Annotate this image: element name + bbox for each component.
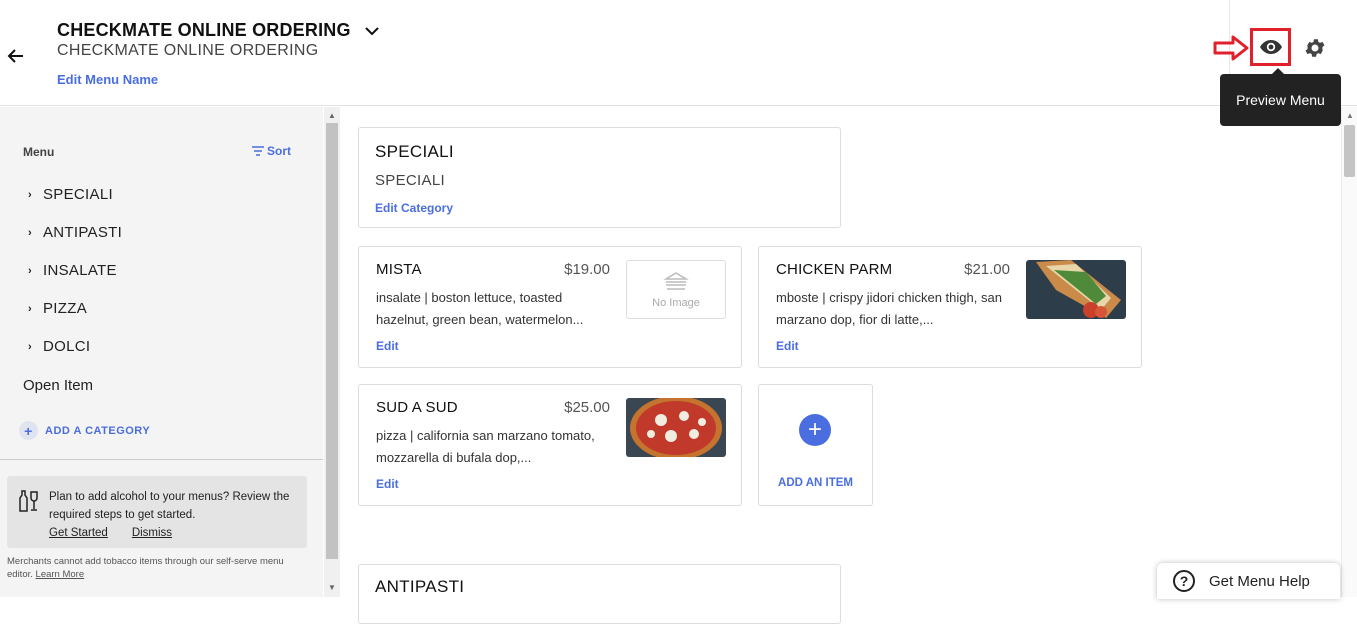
scrollbar-thumb[interactable]	[1344, 125, 1355, 177]
item-name: MISTA	[376, 261, 422, 278]
sidebar-scrollbar[interactable]: ▲ ▼	[324, 107, 340, 597]
alcohol-notice-text: Plan to add alcohol to your menus? Revie…	[49, 491, 290, 521]
preview-menu-tooltip: Preview Menu	[1220, 68, 1341, 126]
chevron-right-icon: ›	[28, 340, 32, 353]
no-image-placeholder: No Image	[626, 260, 726, 319]
item-price: $19.00	[564, 261, 610, 278]
sidebar-item-antipasti[interactable]: › ANTIPASTI	[28, 224, 122, 241]
back-arrow-icon[interactable]	[6, 46, 26, 66]
menu-label: Menu	[23, 145, 55, 159]
get-menu-help-button[interactable]: ? Get Menu Help	[1157, 563, 1340, 599]
menu-title: CHECKMATE ONLINE ORDERING	[57, 20, 351, 40]
edit-item-link[interactable]: Edit	[376, 339, 399, 353]
add-category-button[interactable]: + ADD A CATEGORY	[19, 421, 150, 440]
sort-button[interactable]: Sort	[252, 144, 291, 158]
sort-icon	[252, 146, 264, 156]
no-image-text: No Image	[652, 296, 700, 309]
bottle-glass-icon	[19, 490, 38, 512]
sandwich-icon	[663, 271, 689, 290]
add-item-button[interactable]: + ADD AN ITEM	[758, 384, 873, 506]
edit-item-link[interactable]: Edit	[376, 477, 399, 491]
sidebar-item-label: DOLCI	[43, 338, 91, 355]
gear-icon[interactable]	[1303, 36, 1327, 60]
item-price: $25.00	[564, 399, 610, 416]
item-description: insalate | boston lettuce, toasted hazel…	[376, 290, 584, 327]
scroll-down-icon[interactable]: ▼	[328, 583, 336, 592]
item-name: CHICKEN PARM	[776, 261, 893, 278]
sidebar-item-label: INSALATE	[43, 262, 117, 279]
sidebar-divider	[0, 459, 323, 460]
item-card[interactable]: CHICKEN PARM $21.00 mboste | crispy jido…	[758, 246, 1142, 368]
scroll-up-icon[interactable]: ▲	[328, 111, 336, 120]
category-name: SPECIALI	[375, 142, 454, 161]
scrollbar-thumb[interactable]	[326, 123, 338, 559]
plus-icon: +	[799, 414, 831, 446]
category-card: SPECIALI SPECIALI Edit Category	[358, 127, 841, 228]
category-subname: SPECIALI	[375, 172, 445, 189]
chevron-right-icon: ›	[28, 188, 32, 201]
preview-menu-button[interactable]	[1250, 28, 1291, 66]
sidebar-item-insalate[interactable]: › INSALATE	[28, 262, 117, 279]
category-name: ANTIPASTI	[375, 577, 465, 596]
scroll-up-icon[interactable]: ▲	[1346, 111, 1354, 120]
get-started-link[interactable]: Get Started	[49, 527, 108, 539]
tobacco-notice: Merchants cannot add tobacco items throu…	[7, 555, 307, 581]
item-card[interactable]: MISTA $19.00 insalate | boston lettuce, …	[358, 246, 742, 368]
edit-item-link[interactable]: Edit	[776, 339, 799, 353]
header: CHECKMATE ONLINE ORDERING CHECKMATE ONLI…	[0, 0, 1357, 106]
item-price: $21.00	[964, 261, 1010, 278]
chevron-right-icon: ›	[28, 226, 32, 239]
sidebar-item-pizza[interactable]: › PIZZA	[28, 300, 87, 317]
edit-category-link[interactable]: Edit Category	[375, 201, 453, 215]
chevron-down-icon[interactable]	[363, 22, 381, 40]
item-description: pizza | california san marzano tomato, m…	[376, 428, 595, 465]
pizza-photo	[626, 398, 726, 457]
eye-icon	[1259, 40, 1282, 54]
sidebar-item-label: ANTIPASTI	[43, 224, 123, 241]
sort-label: Sort	[267, 144, 291, 158]
add-category-label: ADD A CATEGORY	[45, 424, 151, 437]
menu-subtitle: CHECKMATE ONLINE ORDERING	[57, 42, 319, 59]
annotation-arrow-icon	[1213, 35, 1249, 61]
main-content: SPECIALI SPECIALI Edit Category MISTA $1…	[341, 107, 1341, 624]
category-card: ANTIPASTI	[358, 564, 841, 624]
plus-icon: +	[19, 421, 38, 440]
chevron-right-icon: ›	[28, 302, 32, 315]
alcohol-notice: Plan to add alcohol to your menus? Revie…	[7, 476, 307, 548]
item-card[interactable]: SUD A SUD $25.00 pizza | california san …	[358, 384, 742, 506]
item-name: SUD A SUD	[376, 399, 458, 416]
sidebar-item-speciali[interactable]: › SPECIALI	[28, 186, 113, 203]
sidebar-item-label: SPECIALI	[43, 186, 113, 203]
sidebar: Menu Sort › SPECIALI › ANTIPASTI › INSALATE…	[0, 107, 323, 597]
sidebar-item-dolci[interactable]: › DOLCI	[28, 338, 90, 355]
sidebar-item-label: PIZZA	[43, 300, 88, 317]
help-icon: ?	[1173, 570, 1195, 592]
edit-menu-name-link[interactable]: Edit Menu Name	[57, 72, 158, 87]
chevron-right-icon: ›	[28, 264, 32, 277]
learn-more-link[interactable]: Learn More	[36, 569, 85, 580]
main-scrollbar[interactable]: ▲	[1341, 107, 1357, 597]
item-description: mboste | crispy jidori chicken thigh, sa…	[776, 290, 1002, 327]
open-item-link[interactable]: Open Item	[23, 377, 93, 394]
chicken-parm-photo	[1026, 260, 1126, 319]
add-item-label: ADD AN ITEM	[778, 477, 853, 489]
help-label: Get Menu Help	[1209, 572, 1310, 590]
dismiss-link[interactable]: Dismiss	[132, 527, 172, 539]
